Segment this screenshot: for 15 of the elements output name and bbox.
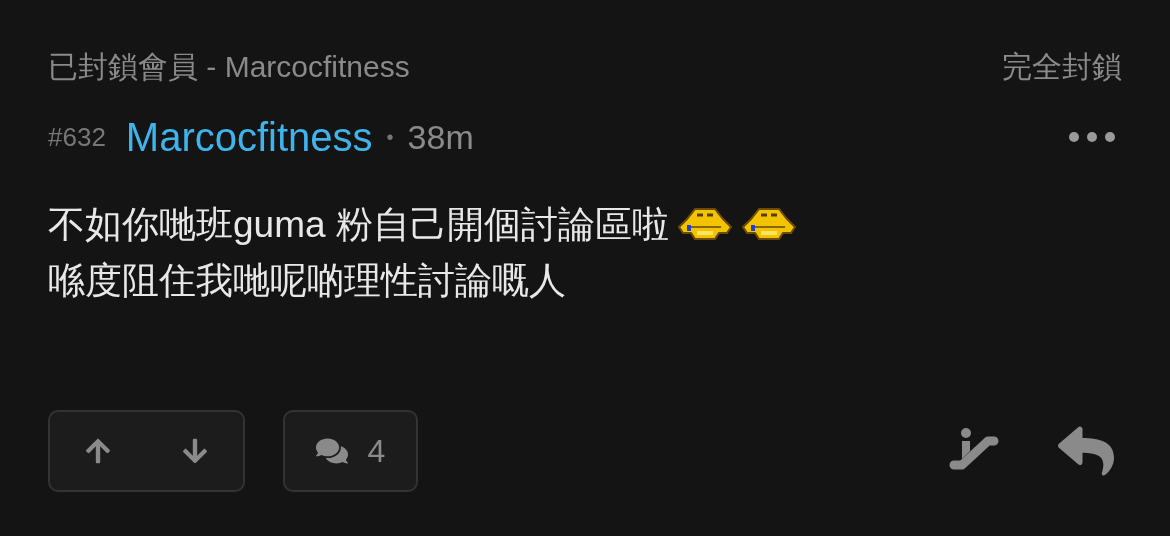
post-number: #632 bbox=[48, 120, 106, 154]
downvote-button[interactable] bbox=[180, 437, 209, 465]
upvote-icon bbox=[84, 437, 113, 465]
post-text: 不如你哋班guma 粉自己開個討論區啦 bbox=[48, 203, 669, 247]
post-time: 38m bbox=[407, 116, 474, 158]
post-text: 喺度阻住我哋呢啲理性討論嘅人 bbox=[48, 259, 566, 303]
downvote-icon bbox=[180, 437, 209, 465]
full-block-link[interactable]: 完全封鎖 bbox=[1002, 44, 1122, 89]
more-options-button[interactable] bbox=[1068, 131, 1116, 143]
author-name[interactable]: Marcocfitness bbox=[125, 107, 373, 167]
upvote-button[interactable] bbox=[84, 437, 113, 465]
more-icon bbox=[1068, 131, 1116, 143]
blocked-member-title: 已封鎖會員 - Marcocfitness bbox=[48, 49, 410, 85]
separator-dot: • bbox=[386, 125, 394, 150]
replies-button[interactable]: 4 bbox=[283, 410, 418, 492]
